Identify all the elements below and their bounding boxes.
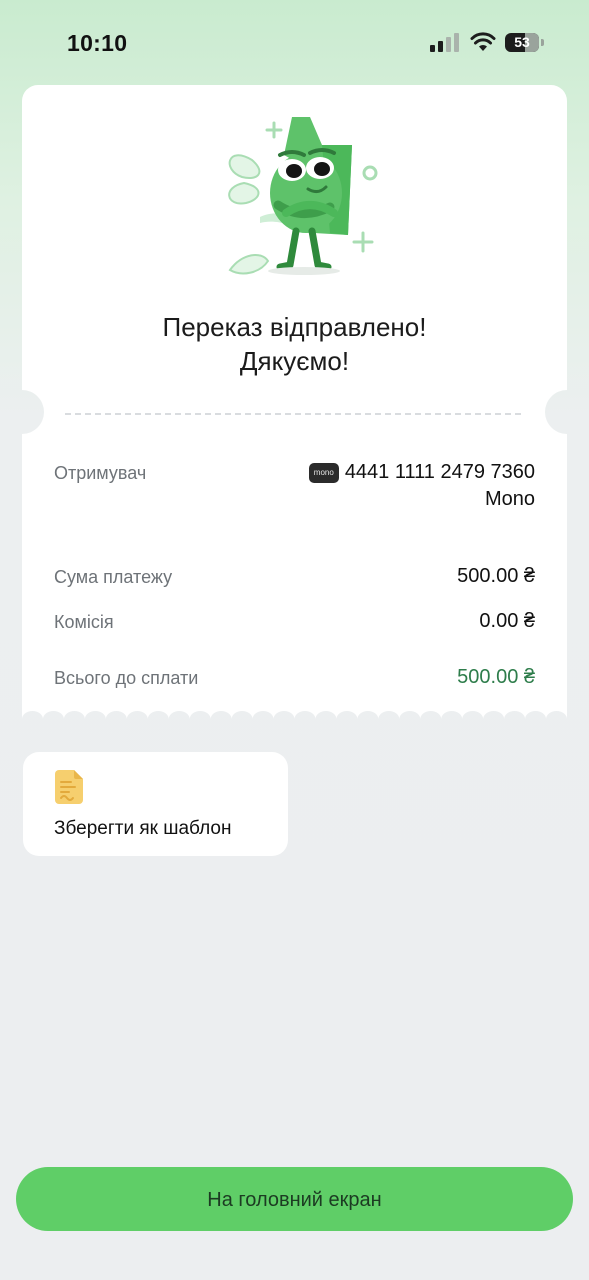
battery-percentage: 53 xyxy=(514,34,530,50)
save-template-label: Зберегти як шаблон xyxy=(54,818,232,839)
amount-value: 500.00 ₴ xyxy=(457,565,535,587)
mascot-illustration xyxy=(228,117,378,275)
success-title-line-1: Переказ відправлено! xyxy=(162,312,427,342)
fee-value: 0.00 ₴ xyxy=(479,610,535,632)
save-template-button[interactable]: Зберегти як шаблон xyxy=(23,752,288,856)
home-button-label: На головний екран xyxy=(207,1189,382,1211)
battery-icon: 53 xyxy=(505,33,545,52)
recipient-label: Отримувач xyxy=(54,463,147,483)
fee-label: Комісія xyxy=(54,612,114,632)
home-button[interactable]: На головний екран xyxy=(16,1167,573,1231)
document-icon xyxy=(55,770,83,804)
status-bar: 10:10 53 xyxy=(0,0,589,88)
success-title-line-2: Дякуємо! xyxy=(239,346,350,376)
recipient-bank: Mono xyxy=(484,488,535,510)
wifi-icon xyxy=(470,32,496,51)
cellular-signal-icon xyxy=(430,33,459,52)
total-label: Всього до сплати xyxy=(54,668,199,688)
success-title: Переказ відправлено! Дякуємо! xyxy=(22,310,567,378)
dashed-divider xyxy=(65,413,521,415)
receipt-card: Переказ відправлено! Дякуємо! Отримувач … xyxy=(22,85,567,725)
recipient-value: mono 4441 1111 2479 7360 Mono xyxy=(308,461,535,511)
recipient-card-number: 4441 1111 2479 7360 xyxy=(344,461,535,483)
amount-label: Сума платежу xyxy=(54,567,173,587)
mono-card-icon: mono xyxy=(308,463,339,483)
total-value: 500.00 ₴ xyxy=(457,666,535,688)
status-time: 10:10 xyxy=(67,30,128,56)
